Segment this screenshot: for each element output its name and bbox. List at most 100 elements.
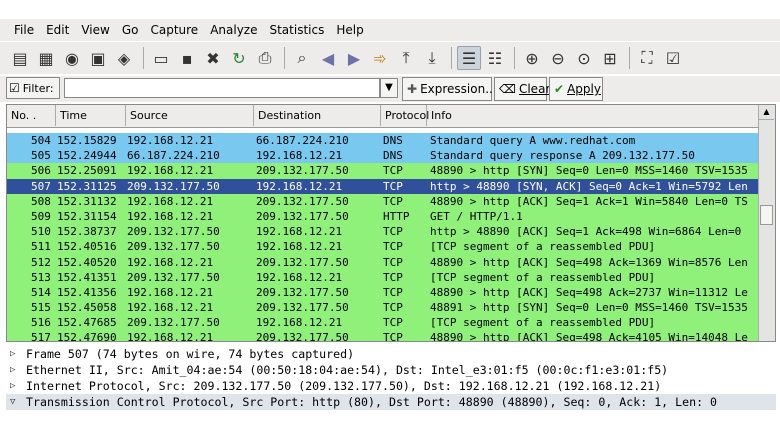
cell-src: 209.132.177.50 [127, 240, 220, 254]
table-row[interactable]: 511 152.40516 209.132.177.50 192.168.12.21 T… [7, 239, 759, 255]
scroll-up-icon[interactable]: ▲ [759, 105, 774, 120]
cell-time: 152.47685 [57, 316, 117, 330]
table-row[interactable]: 515 152.45058 192.168.12.21 209.132.177.50 T… [7, 300, 759, 316]
cell-info: 48890 > http [ACK] Seq=498 Ack=4105 Win=… [430, 331, 748, 342]
cell-no: 512 [31, 255, 51, 269]
table-row[interactable]: 517 152.47690 192.168.12.21 209.132.177.50 T… [7, 330, 759, 342]
normal-size-icon[interactable]: ⊙ [572, 46, 596, 70]
collapsed-triangle-icon[interactable]: ▷ [10, 378, 15, 394]
options-icon[interactable]: ▦ [34, 46, 58, 70]
collapsed-triangle-icon[interactable]: ▷ [10, 346, 15, 362]
cell-dst: 209.132.177.50 [256, 194, 349, 208]
last-packet-icon[interactable]: ⤓ [420, 46, 444, 70]
menu-help[interactable]: Help [336, 23, 363, 37]
cell-dst: 209.132.177.50 [256, 285, 349, 299]
colorize-icon[interactable]: ☰ [457, 46, 481, 70]
zoom-out-icon[interactable]: ⊖ [546, 46, 570, 70]
tree-item[interactable]: ▷ Ethernet II, Src: Amit_04:ae:54 (00:50:… [6, 362, 776, 378]
cell-no: 504 [31, 134, 51, 147]
close-file-icon[interactable]: ✖ [201, 46, 225, 70]
packet-list-scrollbar[interactable]: ▲ [758, 105, 775, 341]
cell-time: 152.41351 [57, 270, 117, 284]
column-header-no[interactable]: No. . [7, 105, 56, 126]
column-header-time[interactable]: Time [56, 105, 126, 126]
tree-item[interactable]: ▷ Internet Protocol, Src: 209.132.177.50 … [6, 378, 776, 394]
apply-button[interactable]: ✔ Apply [549, 77, 603, 101]
menu-go[interactable]: Go [122, 23, 139, 37]
tree-item[interactable]: ▷ Frame 507 (74 bytes on wire, 74 bytes c… [6, 346, 776, 362]
table-row[interactable]: 508 152.31132 192.168.12.21 209.132.177.50 T… [7, 193, 759, 209]
table-row[interactable]: 514 152.41356 192.168.12.21 209.132.177.50 T… [7, 284, 759, 301]
column-header-source[interactable]: Source [126, 105, 254, 126]
filter-toolbar: ☑ Filter: ▼ ✚ Expression... ⌫ Clear ✔ Ap… [0, 76, 780, 102]
table-row[interactable]: 506 152.25091 192.168.12.21 209.132.177.50 T… [7, 163, 759, 179]
start-capture-icon[interactable]: ◉ [60, 46, 84, 70]
cell-info: 48890 > http [ACK] Seq=498 Ack=1369 Win=… [430, 255, 748, 269]
tree-item-label: Ethernet II, Src: Amit_04:ae:54 (00:50:1… [26, 363, 669, 377]
cell-src: 192.168.12.21 [127, 285, 214, 299]
expanded-triangle-icon[interactable]: ▽ [10, 394, 15, 410]
table-row[interactable]: 507 152.31125 209.132.177.50 192.168.12.21 T… [7, 178, 759, 194]
tree-item-label: Frame 507 (74 bytes on wire, 74 bytes ca… [26, 347, 355, 361]
capture-filters-icon[interactable]: ⛶ [635, 46, 659, 70]
menu-file[interactable]: File [14, 23, 34, 37]
column-header-destination[interactable]: Destination [254, 105, 381, 126]
cell-src: 192.168.12.21 [127, 194, 214, 208]
cell-proto: TCP [383, 331, 403, 342]
packet-details[interactable]: ▷ Frame 507 (74 bytes on wire, 74 bytes c… [6, 346, 776, 426]
tree-item[interactable]: ▽ Transmission Control Protocol, Src Port… [6, 394, 776, 410]
cell-time: 152.40520 [57, 255, 117, 269]
restart-capture-icon[interactable]: ◈ [112, 46, 136, 70]
table-row[interactable]: 513 152.41351 209.132.177.50 192.168.12.21 T… [7, 269, 759, 285]
autoscroll-icon[interactable]: ☷ [483, 46, 507, 70]
first-packet-icon[interactable]: ⤒ [394, 46, 418, 70]
cell-no: 514 [31, 285, 51, 299]
collapsed-triangle-icon[interactable]: ▷ [10, 362, 15, 378]
column-header-protocol[interactable]: Protocol [381, 105, 429, 126]
filter-dropdown-button[interactable]: ▼ [380, 78, 398, 98]
table-row[interactable]: 516 152.47685 209.132.177.50 192.168.12.21 T… [7, 315, 759, 331]
open-file-icon[interactable]: ▭ [149, 46, 173, 70]
go-to-packet-icon[interactable]: ➾ [368, 46, 392, 70]
menu-view[interactable]: View [81, 23, 109, 37]
apply-label: Apply [567, 82, 601, 96]
scrollbar-thumb[interactable] [760, 205, 773, 225]
save-file-icon[interactable]: ▪ [175, 46, 199, 70]
cell-dst: 209.132.177.50 [256, 255, 349, 269]
toolbar-separator [143, 47, 144, 69]
table-row[interactable]: 510 152.38737 209.132.177.50 192.168.12.21 T… [7, 224, 759, 240]
find-packet-icon[interactable]: ⌕ [290, 46, 314, 70]
back-icon[interactable]: ◀ [316, 46, 340, 70]
stop-capture-icon[interactable]: ▣ [86, 46, 110, 70]
main-toolbar: ▤ ▦ ◉ ▣ ◈ ▭ ▪ ✖ ↻ ⎙ ⌕ ◀ ▶ ➾ ⤒ ⤓ ☰ ☷ ⊕ ⊖ … [0, 42, 780, 74]
cell-src: 192.168.12.21 [127, 301, 214, 315]
resize-columns-icon[interactable]: ⊞ [598, 46, 622, 70]
table-row[interactable]: 512 152.40520 192.168.12.21 209.132.177.50 T… [7, 254, 759, 270]
display-filters-icon[interactable]: ☑ [661, 46, 685, 70]
cell-dst: 192.168.12.21 [256, 316, 343, 330]
cell-info: 48891 > http [SYN] Seq=0 Len=0 MSS=1460 … [430, 301, 748, 315]
clear-button[interactable]: ⌫ Clear [494, 77, 550, 101]
packet-list[interactable]: No. . Time Source Destination Protocol I… [6, 104, 776, 342]
forward-icon[interactable]: ▶ [342, 46, 366, 70]
toolbar-separator [451, 47, 452, 69]
expression-button[interactable]: ✚ Expression... [402, 77, 497, 101]
table-row[interactable]: 504 152.15829 192.168.12.21 66.187.224.210 D… [7, 133, 759, 149]
table-row[interactable]: 505 152.24944 66.187.224.210 192.168.12.21 D… [7, 148, 759, 164]
menu-edit[interactable]: Edit [46, 23, 69, 37]
print-icon[interactable]: ⎙ [253, 46, 277, 70]
table-row[interactable]: 509 152.31154 192.168.12.21 209.132.177.50 H… [7, 208, 759, 225]
interfaces-icon[interactable]: ▤ [8, 46, 32, 70]
zoom-in-icon[interactable]: ⊕ [520, 46, 544, 70]
reload-icon[interactable]: ↻ [227, 46, 251, 70]
menu-statistics[interactable]: Statistics [269, 23, 324, 37]
menu-analyze[interactable]: Analyze [210, 23, 257, 37]
menu-capture[interactable]: Capture [150, 23, 198, 37]
cell-time: 152.47690 [57, 331, 117, 342]
cell-time: 152.31154 [57, 209, 117, 223]
filter-input[interactable] [64, 78, 380, 98]
column-header-info[interactable]: Info [427, 105, 759, 126]
cell-info: 48890 > http [SYN] Seq=0 Len=0 MSS=1460 … [430, 164, 748, 178]
filter-button[interactable]: ☑ Filter: [6, 77, 60, 99]
packet-rows: 504 152.15829 192.168.12.21 66.187.224.210 D… [7, 133, 759, 342]
